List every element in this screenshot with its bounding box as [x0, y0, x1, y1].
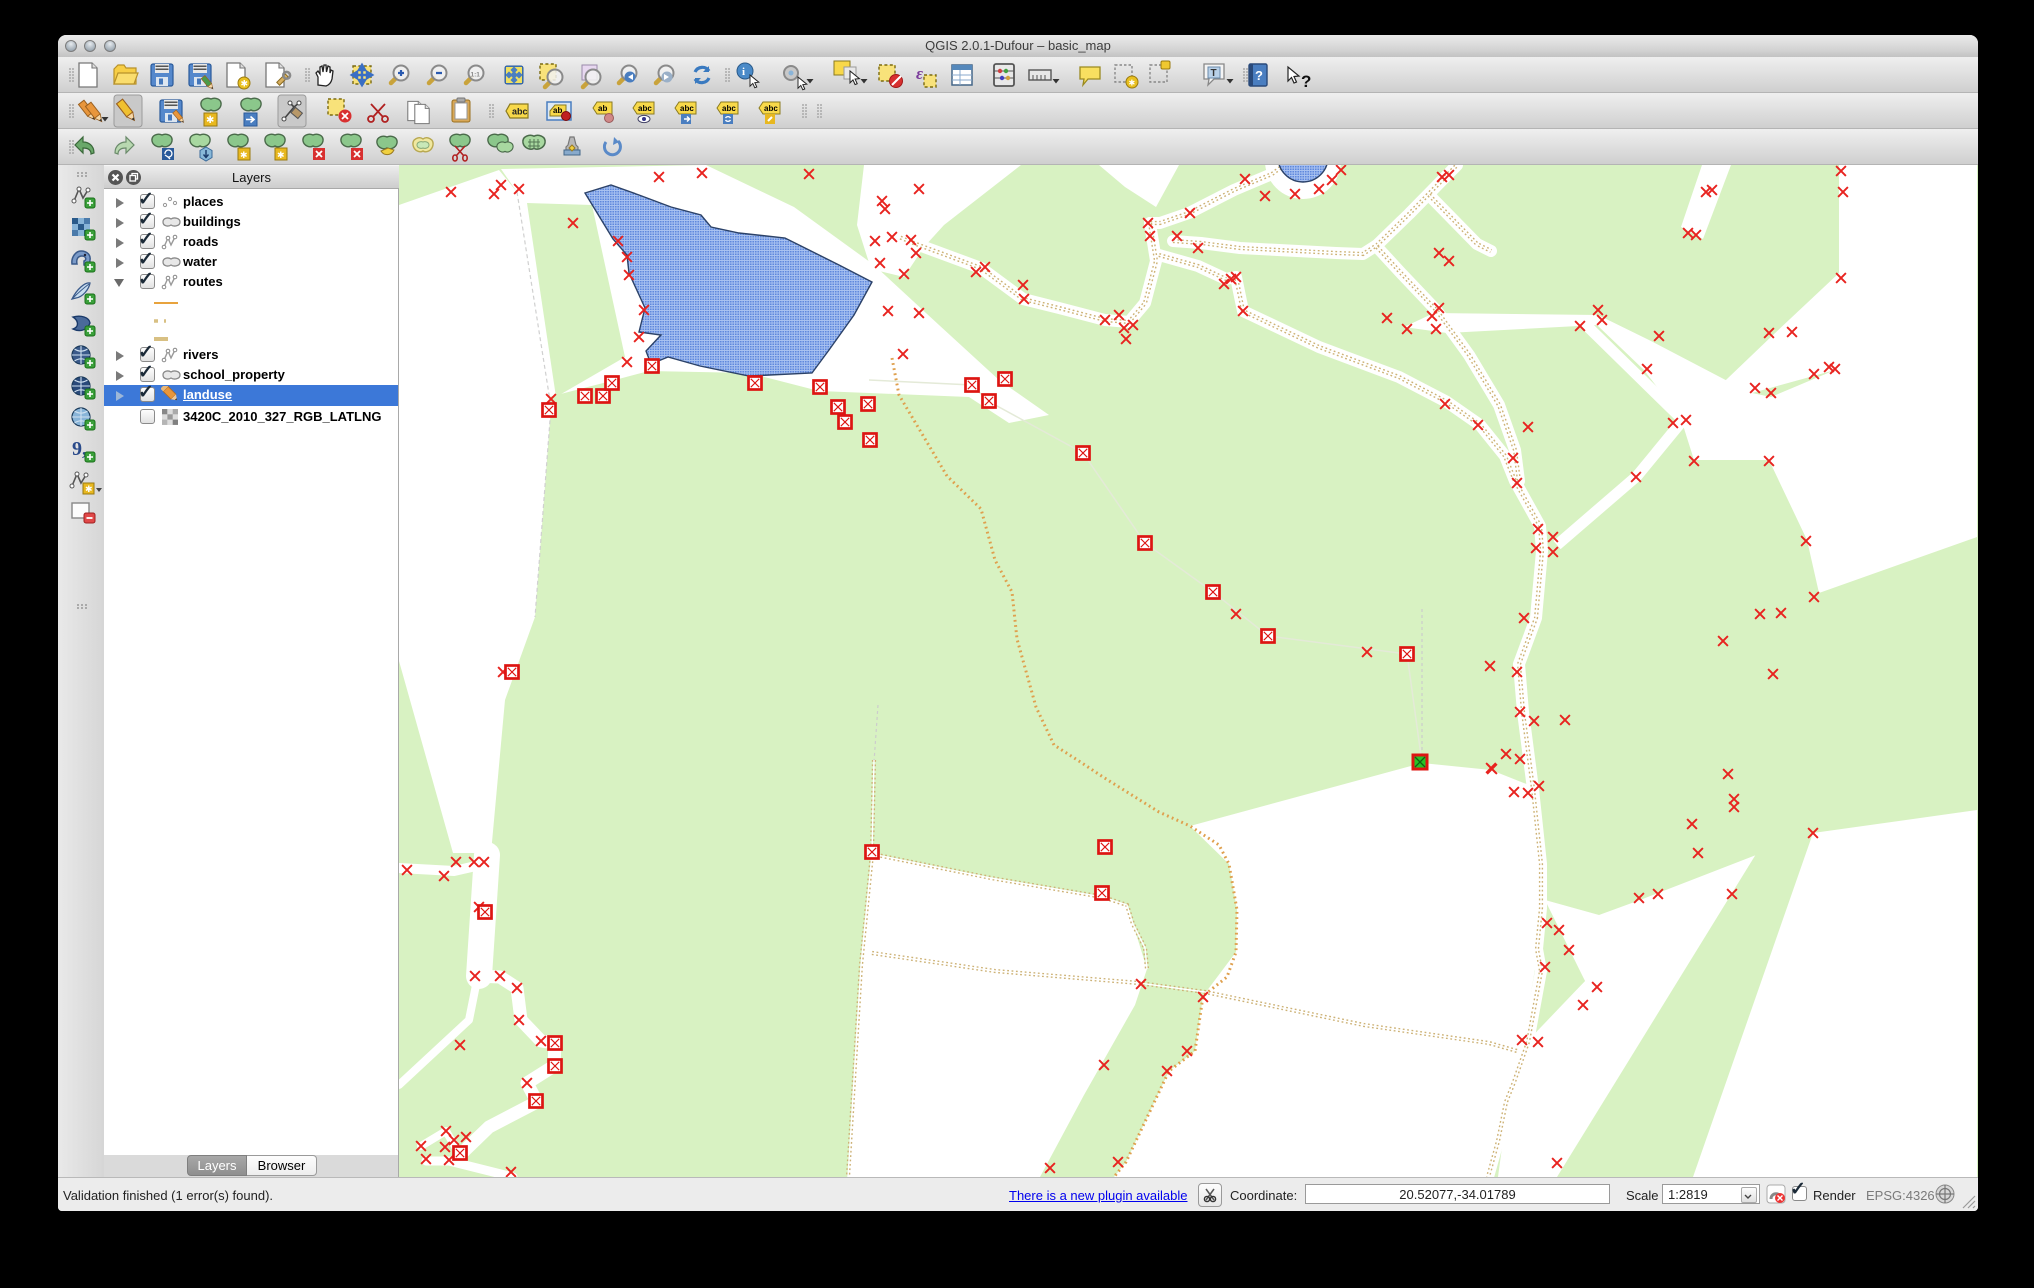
svg-text:✱: ✱	[241, 79, 249, 89]
svg-text:abc: abc	[764, 104, 778, 113]
svg-text:abc: abc	[512, 107, 528, 117]
svg-text:✱: ✱	[1129, 79, 1136, 88]
svg-text:✱: ✱	[85, 484, 93, 494]
svg-text:?: ?	[1301, 72, 1311, 91]
svg-text:T: T	[1211, 68, 1217, 79]
svg-text:ab: ab	[598, 104, 607, 113]
svg-text:ab: ab	[553, 106, 562, 115]
svg-text:i: i	[742, 66, 745, 78]
svg-text:✱: ✱	[277, 150, 285, 160]
svg-text:✱: ✱	[240, 150, 248, 160]
svg-text:1:1: 1:1	[471, 72, 481, 79]
svg-text:✱: ✱	[206, 115, 214, 126]
svg-text:abc: abc	[680, 104, 694, 113]
svg-text:ε: ε	[916, 64, 923, 83]
svg-text:?: ?	[1255, 68, 1263, 83]
svg-text:abc: abc	[722, 104, 736, 113]
svg-text:abc: abc	[638, 104, 652, 113]
